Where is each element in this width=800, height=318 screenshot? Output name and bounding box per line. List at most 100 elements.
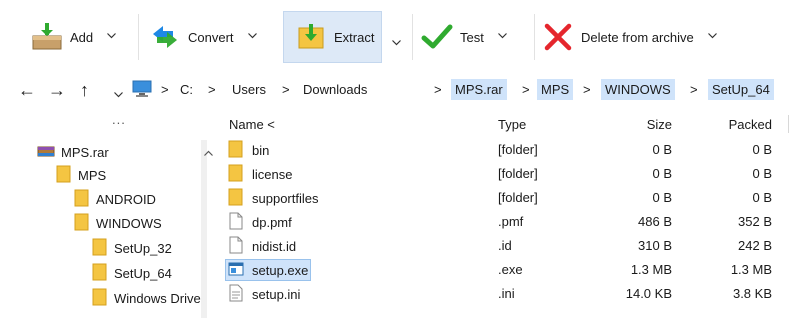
tree-item-setup64[interactable]: SetUp_64 [92, 261, 172, 285]
folder-icon [92, 288, 108, 309]
crumb-separator: > [208, 82, 216, 97]
convert-label: Convert [188, 29, 234, 45]
folder-icon [74, 213, 90, 234]
file-size: 1.3 MB [630, 262, 672, 277]
file-row[interactable]: setup.ini .ini 14.0 KB 3.8 KB [224, 282, 800, 306]
file-type: .id [498, 238, 512, 253]
tree-item-label: SetUp_32 [114, 240, 172, 256]
file-size: 0 B [652, 166, 672, 181]
file-type: .exe [498, 262, 523, 277]
history-chevron-icon[interactable] [114, 86, 123, 101]
file-row[interactable]: license [folder] 0 B 0 B [224, 162, 800, 186]
toolbar: Add Convert Extract Test Delete from arc… [0, 0, 800, 70]
extract-button[interactable]: Extract [283, 11, 382, 63]
tree-item-label: MPS [78, 167, 107, 183]
file-icon [228, 236, 244, 257]
up-arrow-icon[interactable]: ↑ [80, 80, 89, 101]
folder-icon [56, 165, 72, 186]
column-header-name[interactable]: Name < [229, 117, 275, 132]
tree-item-label: Windows Drive [114, 290, 201, 306]
file-row[interactable]: supportfiles [folder] 0 B 0 B [224, 186, 800, 210]
file-size: 0 B [652, 142, 672, 157]
file-name: dp.pmf [252, 214, 292, 230]
add-button[interactable]: Add [30, 10, 117, 64]
extract-icon [294, 20, 328, 54]
tree-item-android[interactable]: ANDROID [74, 187, 156, 211]
file-name: license [252, 166, 293, 182]
file-packed: 0 B [752, 190, 772, 205]
chevron-down-icon[interactable] [707, 33, 717, 41]
crumb-mps-rar[interactable]: MPS.rar [451, 79, 507, 100]
forward-arrow-icon[interactable]: → [48, 80, 66, 101]
test-label: Test [460, 29, 484, 45]
crumb-drive-c[interactable]: C: [176, 79, 197, 100]
file-row[interactable]: bin [folder] 0 B 0 B [224, 138, 800, 162]
file-packed: 0 B [752, 142, 772, 157]
crumb-mps[interactable]: MPS [537, 79, 574, 100]
tree-more-menu[interactable]: ... [112, 112, 126, 127]
folder-icon [228, 164, 244, 185]
back-arrow-icon[interactable]: ← [18, 80, 36, 101]
folder-icon [92, 263, 108, 284]
delete-from-archive-button[interactable]: Delete from archive [541, 10, 717, 64]
toolbar-divider [412, 14, 413, 60]
tree-item-mps-rar[interactable]: MPS.rar [37, 140, 109, 164]
file-size: 310 B [638, 238, 672, 253]
crumb-windows[interactable]: WINDOWS [601, 79, 675, 100]
column-header-size[interactable]: Size [600, 117, 672, 132]
crumb-users[interactable]: Users [228, 79, 270, 100]
chevron-down-icon[interactable] [247, 33, 257, 41]
file-type: [folder] [498, 190, 538, 205]
column-divider [788, 115, 789, 133]
delete-x-icon [541, 20, 575, 54]
file-packed: 3.8 KB [732, 286, 772, 301]
chevron-down-icon[interactable] [392, 34, 401, 46]
file-type: [folder] [498, 166, 538, 181]
file-row[interactable]: dp.pmf .pmf 486 B 352 B [224, 210, 800, 234]
convert-icon [148, 20, 182, 54]
file-row[interactable]: nidist.id .id 310 B 242 B [224, 234, 800, 258]
toolbar-divider [534, 14, 535, 60]
folder-icon [228, 140, 244, 161]
delete-label: Delete from archive [581, 29, 694, 45]
test-button[interactable]: Test [420, 10, 507, 64]
crumb-separator: > [161, 82, 169, 97]
file-packed: 352 B [738, 214, 772, 229]
text-file-icon [228, 284, 244, 305]
file-row-selected[interactable]: setup.exe .exe 1.3 MB 1.3 MB [224, 258, 800, 282]
tree-item-label: WINDOWS [96, 215, 162, 231]
extract-label: Extract [334, 29, 375, 45]
scroll-up-icon[interactable] [204, 144, 213, 159]
folder-icon [228, 188, 244, 209]
tree-item-windows[interactable]: WINDOWS [74, 211, 162, 235]
column-header-type[interactable]: Type [498, 117, 526, 132]
tree-item-label: MPS.rar [61, 144, 109, 160]
file-name: bin [252, 142, 270, 158]
computer-icon[interactable] [132, 80, 152, 101]
tree-item-windows-drive[interactable]: Windows Drive [92, 286, 202, 310]
crumb-downloads[interactable]: Downloads [299, 79, 371, 100]
tree-item-label: SetUp_64 [114, 265, 172, 281]
folder-icon [92, 238, 108, 259]
toolbar-divider [138, 14, 139, 60]
chevron-down-icon[interactable] [107, 33, 117, 41]
file-size: 486 B [638, 214, 672, 229]
tree-item-setup32[interactable]: SetUp_32 [92, 236, 172, 260]
file-type: [folder] [498, 142, 538, 157]
file-packed: 1.3 MB [730, 262, 772, 277]
crumb-setup64[interactable]: SetUp_64 [708, 79, 774, 100]
crumb-separator: > [690, 82, 698, 97]
file-size: 0 B [652, 190, 672, 205]
chevron-down-icon[interactable] [497, 33, 507, 41]
tree-item-mps[interactable]: MPS [56, 163, 106, 187]
column-header-packed[interactable]: Packed [700, 117, 772, 132]
folder-icon [74, 189, 90, 210]
tree-item-label: ANDROID [96, 191, 156, 207]
crumb-separator: > [583, 82, 591, 97]
add-label: Add [70, 29, 94, 45]
archive-icon [37, 144, 55, 161]
test-checkmark-icon [420, 20, 454, 54]
convert-button[interactable]: Convert [148, 10, 257, 64]
file-name: supportfiles [252, 190, 319, 206]
file-name: nidist.id [252, 238, 297, 254]
